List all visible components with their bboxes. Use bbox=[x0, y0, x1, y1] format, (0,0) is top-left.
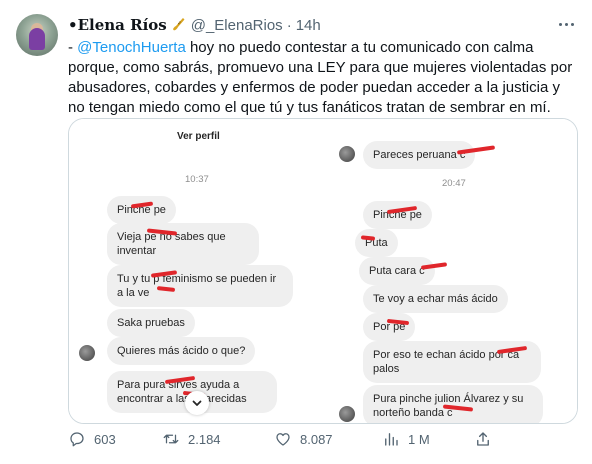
right-chat-screenshot: Pareces peruana c 20:47 Pinche pe Puta P… bbox=[325, 119, 577, 423]
dot bbox=[564, 22, 568, 26]
chat-message: Por pe bbox=[363, 313, 416, 341]
chat-message: Pareces peruana c bbox=[363, 141, 476, 169]
share-button[interactable] bbox=[474, 430, 492, 448]
dot bbox=[558, 22, 562, 26]
retweet-icon bbox=[163, 434, 179, 444]
chat-message: Te voy a echar más ácido bbox=[363, 285, 508, 313]
author-name[interactable]: •Elena Ríos bbox=[68, 16, 167, 34]
author-handle[interactable]: @_ElenaRios bbox=[191, 17, 283, 34]
retweet-button[interactable]: 2.184 bbox=[162, 430, 221, 448]
author-avatar[interactable] bbox=[16, 14, 58, 56]
left-chat-screenshot: Ver perfil 10:37 Pinche pe Vieja pe no s… bbox=[69, 119, 323, 423]
sender-avatar bbox=[339, 406, 355, 422]
tweet-header: •Elena Ríos @_ElenaRios · 14h bbox=[68, 16, 321, 34]
attached-image[interactable]: Ver perfil 10:37 Pinche pe Vieja pe no s… bbox=[68, 118, 578, 424]
analytics-icon bbox=[385, 433, 398, 446]
tweet[interactable]: •Elena Ríos @_ElenaRios · 14h - @TenochH… bbox=[0, 0, 592, 464]
view-profile-button: Ver perfil bbox=[177, 131, 220, 142]
heart-icon bbox=[276, 433, 290, 446]
chat-message: Puta cara c bbox=[359, 257, 435, 285]
tweet-text: - @TenochHuerta hoy no puedo contestar a… bbox=[68, 38, 578, 118]
text-prefix: - bbox=[68, 39, 78, 56]
chat-message: Saka pruebas bbox=[107, 309, 195, 337]
chat-timestamp: 20:47 bbox=[442, 178, 466, 189]
tweet-actions: 603 2.184 8.087 1 M bbox=[68, 430, 498, 452]
chat-message: Pinche pe bbox=[363, 201, 432, 229]
share-icon bbox=[477, 432, 489, 446]
saxophone-icon bbox=[171, 17, 187, 33]
views-button[interactable]: 1 M bbox=[382, 430, 430, 448]
chevron-down-icon[interactable] bbox=[185, 391, 209, 415]
avatar-figure bbox=[29, 28, 45, 50]
tweet-time[interactable]: 14h bbox=[296, 17, 321, 34]
chat-message: Tu y tu p feminismo se pueden ir a la ve bbox=[107, 265, 293, 307]
chat-message: Puta bbox=[355, 229, 398, 257]
chat-message: Vieja pe no sabes que inventar bbox=[107, 223, 259, 265]
chat-message: Pinche pe bbox=[107, 196, 176, 224]
sender-avatar bbox=[79, 345, 95, 361]
like-count: 8.087 bbox=[300, 431, 333, 447]
sender-avatar bbox=[339, 146, 355, 162]
reply-icon bbox=[70, 432, 84, 447]
retweet-count: 2.184 bbox=[188, 431, 221, 447]
reply-count: 603 bbox=[94, 431, 116, 447]
views-count: 1 M bbox=[408, 431, 430, 447]
reply-button[interactable]: 603 bbox=[68, 430, 116, 448]
chat-timestamp: 10:37 bbox=[185, 174, 209, 185]
chat-message: Quieres más ácido o que? bbox=[107, 337, 256, 365]
more-options-icon[interactable] bbox=[554, 14, 578, 34]
like-button[interactable]: 8.087 bbox=[274, 430, 333, 448]
separator-dot: · bbox=[286, 16, 292, 34]
mention-link[interactable]: @TenochHuerta bbox=[77, 39, 186, 56]
dot bbox=[570, 22, 574, 26]
